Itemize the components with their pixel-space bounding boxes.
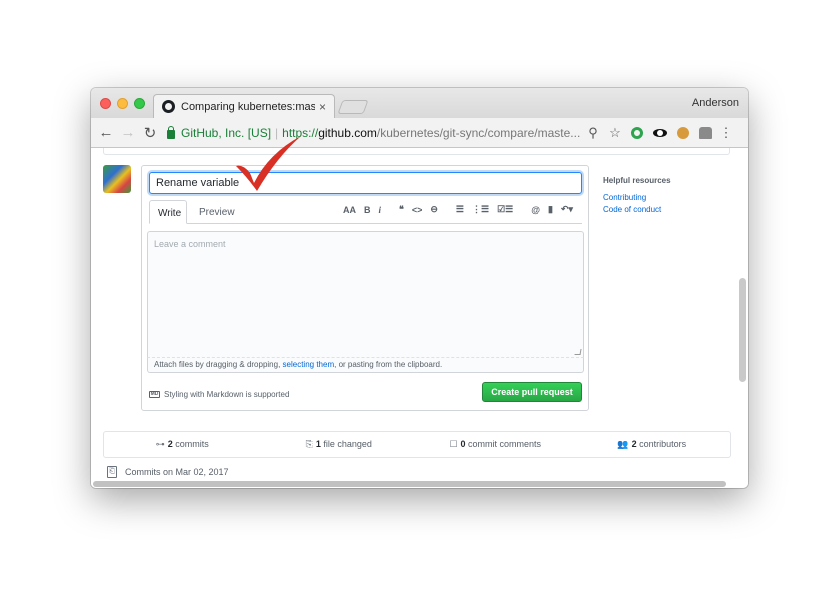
reply-icon[interactable]: ↶▾ xyxy=(558,204,576,215)
comment-icon: ☐ xyxy=(449,439,458,449)
markdown-note: MD Styling with Markdown is supported xyxy=(149,390,289,399)
repo-push-icon: ⎗ xyxy=(107,466,117,478)
markdown-toolbar: AA B i ❝ <> ⊖ ☰ ⋮☰ ☑☰ @ ▮ ↶▾ xyxy=(340,204,576,215)
extension-incognito-icon[interactable] xyxy=(699,126,712,139)
commits-date-text: Commits on Mar 02, 2017 xyxy=(125,467,229,477)
reload-icon[interactable]: ↻ xyxy=(139,124,161,142)
new-tab-button[interactable] xyxy=(337,100,369,114)
extension-green-icon[interactable] xyxy=(631,126,643,139)
ordered-list-icon[interactable]: ⋮☰ xyxy=(469,204,492,215)
mention-icon[interactable]: @ xyxy=(528,205,543,215)
previous-section-border xyxy=(103,148,730,155)
markdown-icon: MD xyxy=(149,391,160,398)
italic-icon[interactable]: i xyxy=(375,205,384,215)
contributors-label: contributors xyxy=(636,439,687,449)
bookmark-star-icon[interactable]: ☆ xyxy=(604,125,626,141)
lock-icon xyxy=(167,125,175,139)
avatar[interactable] xyxy=(103,165,131,193)
browser-window: Comparing kubernetes:master × Anderson ←… xyxy=(91,88,748,488)
tab-write[interactable]: Write xyxy=(149,200,187,224)
comment-textarea[interactable] xyxy=(147,231,584,358)
forward-icon[interactable]: → xyxy=(117,124,139,141)
helpful-resources: Helpful resources Contributing Code of c… xyxy=(603,176,723,217)
attach-text-suffix: , or pasting from the clipboard. xyxy=(334,360,443,369)
comments-label: commit comments xyxy=(465,439,542,449)
stat-contributors[interactable]: 👥 2 contributors xyxy=(574,439,731,450)
people-icon: 👥 xyxy=(617,439,629,449)
composer-tabs: Write Preview AA B i ❝ <> ⊖ ☰ ⋮☰ ☑☰ @ ▮ xyxy=(149,200,582,224)
attach-files-bar[interactable]: Attach files by dragging & dropping, sel… xyxy=(147,358,584,373)
tabs-divider xyxy=(149,223,582,224)
task-list-icon[interactable]: ☑☰ xyxy=(494,204,516,215)
sidebar-link-contributing[interactable]: Contributing xyxy=(603,193,723,202)
unordered-list-icon[interactable]: ☰ xyxy=(453,204,467,215)
header-icon[interactable]: AA xyxy=(340,205,359,215)
title-bar: Comparing kubernetes:master × Anderson xyxy=(91,88,748,118)
stat-commits[interactable]: ⊶ 2 commits xyxy=(104,439,261,450)
extension-eye-icon[interactable] xyxy=(653,128,667,137)
window-minimize-button[interactable] xyxy=(117,98,128,109)
commit-icon: ⊶ xyxy=(155,439,165,449)
commits-date-heading: ⎗ Commits on Mar 02, 2017 xyxy=(107,466,229,478)
markdown-note-text[interactable]: Styling with Markdown is supported xyxy=(164,390,289,399)
bold-icon[interactable]: B xyxy=(361,205,374,215)
vertical-scrollbar[interactable] xyxy=(739,278,746,382)
stat-files[interactable]: ⎘ 1 file changed xyxy=(261,439,418,450)
attach-select-link[interactable]: selecting them xyxy=(283,360,335,369)
browser-tab[interactable]: Comparing kubernetes:master × xyxy=(153,94,335,118)
github-icon xyxy=(162,100,175,113)
sidebar-heading: Helpful resources xyxy=(603,176,671,185)
pr-title-input[interactable] xyxy=(149,172,582,194)
files-label: file changed xyxy=(320,439,372,449)
window-maximize-button[interactable] xyxy=(134,98,145,109)
create-pull-request-button[interactable]: Create pull request xyxy=(482,382,582,402)
resize-handle-icon[interactable] xyxy=(574,349,582,355)
commits-label: commits xyxy=(172,439,209,449)
url-host: github.com xyxy=(318,125,377,140)
horizontal-scrollbar[interactable] xyxy=(93,481,726,487)
back-icon[interactable]: ← xyxy=(95,124,117,141)
profile-name[interactable]: Anderson xyxy=(692,97,739,109)
address-separator: | xyxy=(275,125,279,140)
compare-stats-bar: ⊶ 2 commits ⎘ 1 file changed ☐ 0 commit com… xyxy=(103,431,731,458)
sidebar-link-code-of-conduct[interactable]: Code of conduct xyxy=(603,205,723,214)
browser-menu-icon[interactable]: ⋮ xyxy=(719,125,733,141)
browser-toolbar: ← → ↻ GitHub, Inc. [US] | https:// githu… xyxy=(91,118,748,148)
window-close-button[interactable] xyxy=(100,98,111,109)
quote-icon[interactable]: ❝ xyxy=(396,204,407,215)
tab-close-icon[interactable]: × xyxy=(319,100,326,114)
tab-title: Comparing kubernetes:master xyxy=(181,100,315,113)
attach-text-prefix: Attach files by dragging & dropping, xyxy=(154,360,283,369)
pr-composer: Write Preview AA B i ❝ <> ⊖ ☰ ⋮☰ ☑☰ @ ▮ xyxy=(141,165,589,411)
url-path: /kubernetes/git-sync/compare/maste... xyxy=(376,125,581,140)
link-icon[interactable]: ⊖ xyxy=(427,204,441,215)
page-content: Write Preview AA B i ❝ <> ⊖ ☰ ⋮☰ ☑☰ @ ▮ xyxy=(91,148,748,488)
ev-certificate-name: GitHub, Inc. [US] xyxy=(181,125,272,140)
stat-comments[interactable]: ☐ 0 commit comments xyxy=(417,439,574,450)
zoom-icon[interactable]: ⚲ xyxy=(582,125,604,141)
saved-reply-icon[interactable]: ▮ xyxy=(545,204,556,215)
address-bar[interactable]: GitHub, Inc. [US] | https:// github.com … xyxy=(167,122,582,144)
code-icon[interactable]: <> xyxy=(409,205,426,215)
extension-cookie-icon[interactable] xyxy=(677,126,689,139)
file-diff-icon: ⎘ xyxy=(305,439,313,449)
tab-preview[interactable]: Preview xyxy=(191,200,243,224)
url-scheme: https:// xyxy=(282,125,319,140)
